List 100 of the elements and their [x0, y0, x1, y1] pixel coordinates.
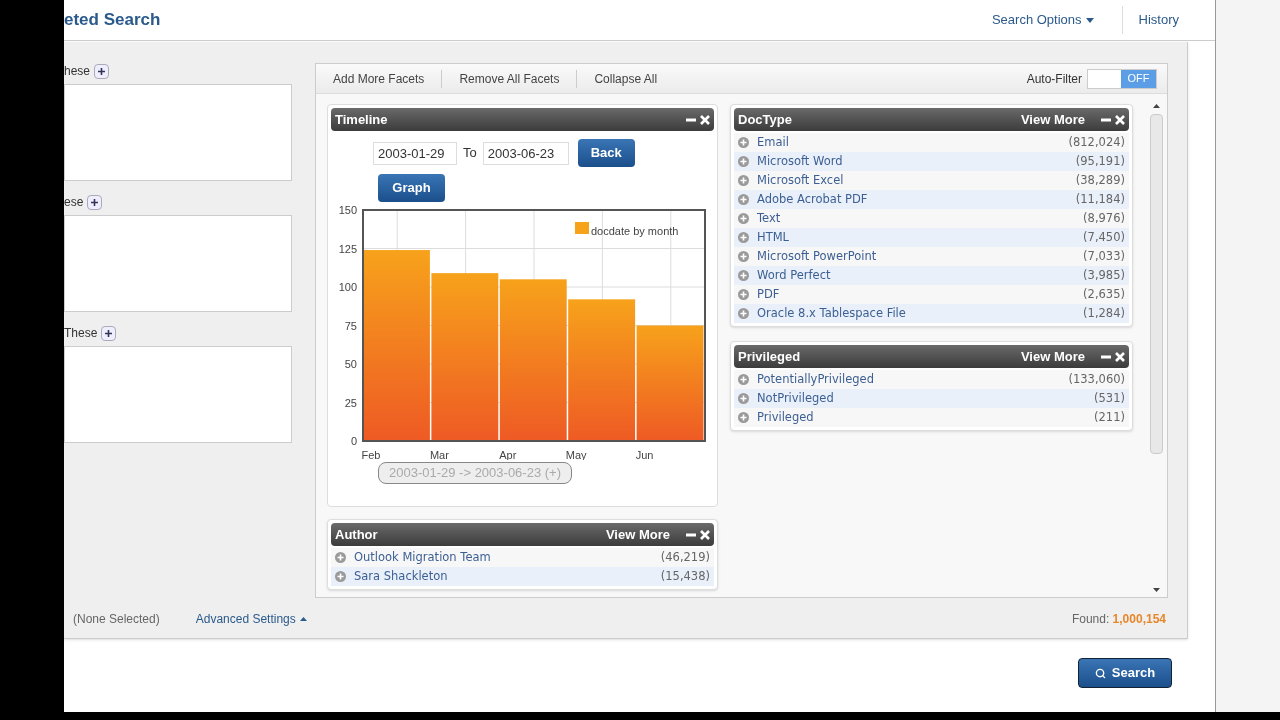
facet-row[interactable]: Privileged (211)	[734, 408, 1129, 427]
view-more-link[interactable]: View More	[1020, 109, 1085, 130]
facet-count: (11,184)	[1075, 190, 1125, 208]
facet-value: Sara Shackleton	[354, 567, 449, 585]
facet-row[interactable]: PotentiallyPrivileged (133,060)	[734, 370, 1129, 389]
y-tick-label: 150	[338, 204, 357, 216]
page-title: eted Search	[64, 9, 162, 32]
facet-count: (7,450)	[1083, 228, 1125, 246]
add-button[interactable]	[87, 194, 103, 210]
add-circle-icon[interactable]	[335, 571, 346, 582]
facet-value: Word Perfect	[757, 266, 832, 284]
add-circle-icon[interactable]	[738, 194, 749, 205]
close-icon[interactable]	[700, 114, 710, 125]
facet-row[interactable]: Microsoft Word (95,191)	[734, 152, 1129, 171]
close-icon[interactable]	[1115, 114, 1125, 125]
y-tick-label: 100	[338, 281, 357, 293]
back-button[interactable]: Back	[577, 139, 635, 167]
caret-icon	[1085, 17, 1094, 23]
scroll-up-icon[interactable]	[1153, 104, 1160, 108]
view-more-link[interactable]: View More	[605, 524, 670, 545]
add-button[interactable]	[94, 63, 110, 79]
facet-count: (46,219)	[660, 548, 710, 566]
auto-filter-label: Auto-Filter	[1026, 70, 1082, 88]
add-button[interactable]	[101, 325, 117, 341]
plus-icon	[91, 198, 99, 206]
add-circle-icon[interactable]	[738, 289, 749, 300]
facet-count: (38,289)	[1075, 171, 1125, 189]
add-circle-icon[interactable]	[738, 137, 749, 148]
add-circle-icon[interactable]	[738, 270, 749, 281]
facet-count: (8,976)	[1083, 209, 1125, 227]
facet-row[interactable]: HTML (7,450)	[734, 228, 1129, 247]
add-circle-icon[interactable]	[738, 175, 749, 186]
filter-label: These	[64, 325, 98, 342]
selection-status: (None Selected)	[73, 611, 160, 628]
x-tick-label: Jun	[635, 449, 654, 460]
facet-value: Adobe Acrobat PDF	[757, 190, 869, 208]
facet-count: (95,191)	[1075, 152, 1125, 170]
facet-value: Privileged	[757, 408, 815, 426]
filter-textbox[interactable]	[64, 215, 292, 312]
search-options-dropdown[interactable]: Search Options	[991, 6, 1123, 34]
add-circle-icon[interactable]	[738, 156, 749, 167]
facet-title: Author	[335, 525, 379, 544]
add-circle-icon[interactable]	[738, 232, 749, 243]
legend-label: docdate by month	[591, 225, 679, 237]
filter-textbox[interactable]	[64, 84, 292, 181]
filter-label: hese	[64, 63, 91, 80]
y-tick-label: 0	[350, 435, 357, 447]
scroll-down-icon[interactable]	[1153, 588, 1160, 592]
facet-row[interactable]: Sara Shackleton (15,438)	[331, 567, 714, 586]
date-field[interactable]: 2003-01-29	[373, 141, 457, 165]
plus-icon	[98, 67, 106, 75]
history-link[interactable]: History	[1122, 10, 1195, 30]
facet-count: (531)	[1094, 389, 1125, 407]
add-circle-icon[interactable]	[738, 412, 749, 423]
y-tick-label: 75	[344, 319, 357, 332]
facet-value: Microsoft Excel	[757, 171, 845, 189]
add-circle-icon[interactable]	[738, 251, 749, 262]
search-button[interactable]: Search	[1078, 658, 1172, 688]
facet-value: PotentiallyPrivileged	[757, 370, 875, 388]
facet-title: Timeline	[335, 110, 389, 129]
date-field[interactable]: 2003-06-23	[482, 141, 569, 165]
close-icon[interactable]	[700, 529, 710, 540]
filter-textbox[interactable]	[64, 346, 292, 443]
add-circle-icon[interactable]	[738, 213, 749, 224]
facet-count: (15,438)	[660, 567, 710, 585]
toolbar-button[interactable]: Collapse All	[577, 69, 675, 88]
to-label: To	[463, 144, 477, 163]
y-tick-label: 25	[344, 396, 357, 409]
graph-button[interactable]: Graph	[378, 174, 445, 202]
facet-count: (211)	[1094, 408, 1125, 426]
facet-row[interactable]: Word Perfect (3,985)	[734, 266, 1129, 285]
add-circle-icon[interactable]	[738, 308, 749, 319]
filter-label: ese	[64, 194, 84, 211]
facet-row[interactable]: Oracle 8.x Tablespace File (1,284)	[734, 304, 1129, 323]
add-circle-icon[interactable]	[335, 552, 346, 563]
caret-icon	[299, 617, 307, 621]
facet-count: (812,024)	[1068, 133, 1125, 151]
facet-row[interactable]: Microsoft PowerPoint (7,033)	[734, 247, 1129, 266]
toolbar-button[interactable]: Add More Facets	[316, 69, 443, 88]
plus-icon	[105, 329, 113, 337]
facet-count: (2,635)	[1083, 285, 1125, 303]
facet-value: Microsoft PowerPoint	[757, 247, 878, 265]
facet-row[interactable]: PDF (2,635)	[734, 285, 1129, 304]
advanced-settings-toggle[interactable]: Advanced Settings	[195, 610, 307, 628]
facet-count: (3,985)	[1083, 266, 1125, 284]
facet-row[interactable]: Adobe Acrobat PDF (11,184)	[734, 190, 1129, 209]
facet-row[interactable]: NotPrivileged (531)	[734, 389, 1129, 408]
y-tick-label: 125	[338, 242, 357, 255]
facet-row[interactable]: Outlook Migration Team (46,219)	[331, 548, 714, 567]
toolbar-button[interactable]: Remove All Facets	[442, 69, 578, 88]
facet-row[interactable]: Text (8,976)	[734, 209, 1129, 228]
facet-count: (1,284)	[1083, 304, 1125, 322]
x-tick-label: Mar	[429, 449, 449, 460]
facet-row[interactable]: Email (812,024)	[734, 133, 1129, 152]
close-icon[interactable]	[1115, 351, 1125, 362]
add-circle-icon[interactable]	[738, 374, 749, 385]
x-tick-label: Feb	[361, 449, 381, 460]
facet-row[interactable]: Microsoft Excel (38,289)	[734, 171, 1129, 190]
view-more-link[interactable]: View More	[1020, 346, 1085, 367]
add-circle-icon[interactable]	[738, 393, 749, 404]
